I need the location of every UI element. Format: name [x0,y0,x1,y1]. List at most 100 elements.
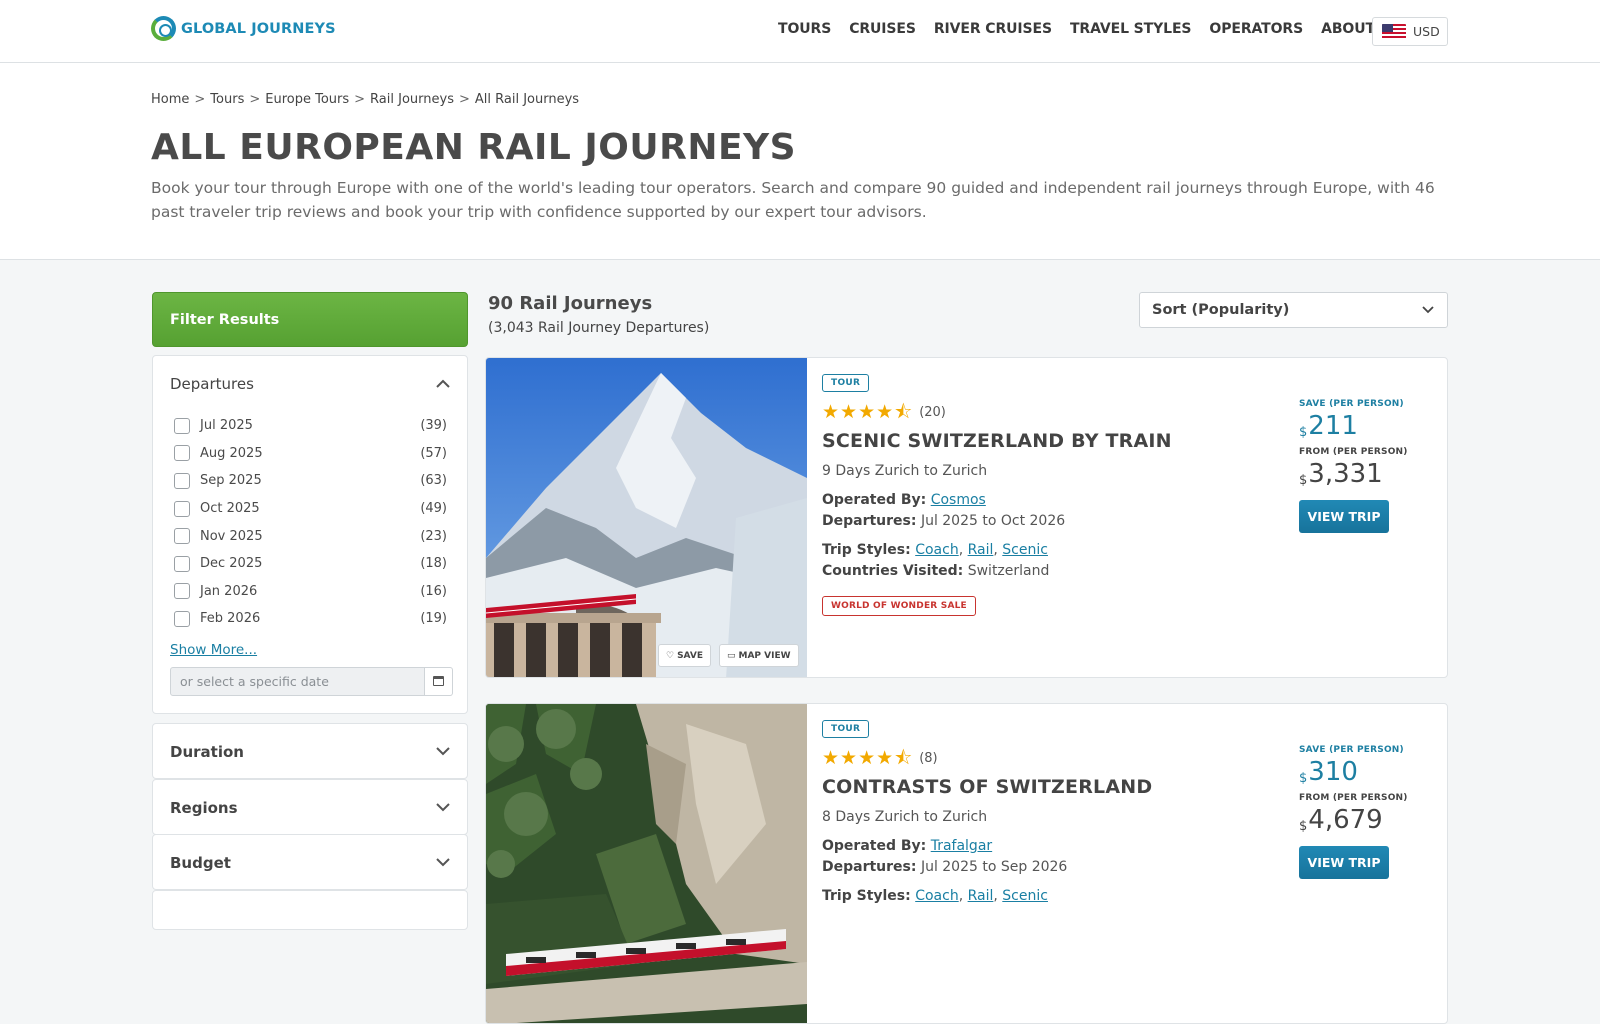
map-view-label: MAP VIEW [738,650,791,661]
budget-filter-panel: Budget [152,834,468,890]
heart-icon: ♡ [666,650,675,661]
trip-departures-label: Departures: [822,513,917,529]
trip-styles: Trip Styles: Coach, Rail, Scenic [822,888,1048,904]
nav-link-about[interactable]: ABOUT [1321,21,1375,37]
departure-option-label: Dec 2025 [200,556,263,572]
departure-option[interactable]: Aug 2025 (57) [174,440,447,468]
operator-link[interactable]: Cosmos [931,492,986,508]
calendar-button[interactable] [425,666,453,696]
sort-dropdown-label: Sort (Popularity) [1152,302,1290,318]
save-amount-value: 310 [1308,757,1358,787]
site-logo[interactable]: GLOBAL JOURNEYS [151,16,336,41]
trip-departures-value: Jul 2025 to Sep 2026 [920,859,1068,875]
currency-symbol: $ [1299,819,1308,834]
specific-date-input[interactable] [170,666,425,696]
checkbox[interactable] [174,472,190,489]
style-link[interactable]: Coach [915,888,959,904]
departures-filter-header[interactable]: Departures [153,356,467,412]
departure-option[interactable]: Dec 2025 (18) [174,550,447,578]
nav-link-tours[interactable]: TOURS [778,21,831,37]
trip-rating: ★ ★ ★ ★ ⯪ (8) [822,749,1282,768]
trip-image-forest-railway[interactable] [486,704,807,1023]
star-icon: ★ [876,747,894,769]
departure-option[interactable]: Jan 2026 (16) [174,578,447,606]
style-link[interactable]: Rail [968,888,994,904]
nav-link-operators[interactable]: OPERATORS [1209,21,1303,37]
departures-filter-title: Departures [170,375,254,393]
trip-title[interactable]: SCENIC SWITZERLAND BY TRAIN [822,430,1282,452]
sort-dropdown[interactable]: Sort (Popularity) [1139,292,1448,328]
save-trip-label: SAVE [677,650,704,661]
trip-operator: Operated By: Trafalgar [822,836,1282,857]
style-link[interactable]: Scenic [1002,542,1048,558]
from-price: $4,679 [1299,805,1408,835]
trip-image-mountain-railway[interactable]: ♡ SAVE ▭ MAP VIEW [486,358,807,677]
main-nav: TOURS CRUISES RIVER CRUISES TRAVEL STYLE… [778,20,1406,38]
checkbox[interactable] [174,445,190,462]
departure-option-count: (19) [420,611,447,627]
checkbox[interactable] [174,610,190,627]
breadcrumb-tours[interactable]: Tours [210,92,244,107]
departure-option[interactable]: Jul 2025 (39) [174,412,447,440]
currency-selector[interactable]: USD [1372,17,1448,46]
trip-title[interactable]: CONTRASTS OF SWITZERLAND [822,776,1282,798]
nav-link-river-cruises[interactable]: RIVER CRUISES [934,21,1052,37]
regions-filter-header[interactable]: Regions [153,780,467,836]
us-flag-icon [1382,24,1406,39]
departure-option[interactable]: Feb 2026 (19) [174,605,447,633]
checkbox[interactable] [174,555,190,572]
nav-link-travel-styles[interactable]: TRAVEL STYLES [1070,21,1192,37]
half-star-icon: ⯪ [894,401,913,423]
style-link[interactable]: Coach [915,542,959,558]
nav-link-cruises[interactable]: CRUISES [849,21,916,37]
checkbox[interactable] [174,417,190,434]
breadcrumb-rail-journeys[interactable]: Rail Journeys [370,92,454,107]
currency-symbol: $ [1299,425,1308,440]
next-filter-panel [152,890,468,930]
departure-option[interactable]: Nov 2025 (23) [174,522,447,550]
from-price-label: FROM (PER PERSON) [1299,793,1408,803]
review-count[interactable]: (8) [919,751,937,766]
review-count[interactable]: (20) [919,405,946,420]
breadcrumb-home[interactable]: Home [151,92,189,107]
departure-option-label: Sep 2025 [200,473,262,489]
save-trip-button[interactable]: ♡ SAVE [658,644,712,667]
operator-link[interactable]: Trafalgar [931,838,992,854]
departure-option-count: (63) [420,473,447,489]
trip-departures-label: Departures: [822,859,917,875]
trip-countries: Countries Visited: Switzerland [822,561,1282,582]
style-link[interactable]: Rail [968,542,994,558]
star-icon: ★ [822,747,840,769]
style-link[interactable]: Scenic [1002,888,1048,904]
departures-list: Jul 2025 (39) Aug 2025 (57) Sep 2025 (63) O… [153,412,467,633]
departure-option[interactable]: Oct 2025 (49) [174,495,447,523]
view-trip-button[interactable]: VIEW TRIP [1299,846,1389,879]
regions-filter-panel: Regions [152,779,468,835]
departures-filter-panel: Departures Jul 2025 (39) Aug 2025 (57) Sep… [152,355,468,714]
map-view-button[interactable]: ▭ MAP VIEW [719,644,799,667]
checkbox[interactable] [174,583,190,600]
show-more-link[interactable]: Show More... [170,642,467,658]
filter-results-button[interactable]: Filter Results [152,292,468,347]
trip-operator-label: Operated By: [822,492,927,508]
budget-filter-header[interactable]: Budget [153,835,467,891]
save-price-label: SAVE (PER PERSON) [1299,745,1404,755]
save-amount-value: 211 [1308,411,1358,441]
breadcrumb-separator: > [458,92,470,107]
breadcrumb-europe-tours[interactable]: Europe Tours [265,92,349,107]
departure-option-label: Jul 2025 [200,418,253,434]
save-amount: $211 [1299,411,1408,441]
currency-symbol: $ [1299,771,1308,786]
star-icon: ★ [840,401,858,423]
page-header: Home > Tours > Europe Tours > Rail Journ… [0,63,1600,260]
checkbox[interactable] [174,528,190,545]
view-trip-button[interactable]: VIEW TRIP [1299,500,1389,533]
departure-option-label: Feb 2026 [200,611,261,627]
sale-badge: WORLD OF WONDER SALE [822,596,976,616]
from-price: $3,331 [1299,459,1408,489]
page-description: Book your tour through Europe with one o… [151,179,1435,221]
checkbox[interactable] [174,500,190,517]
departure-option[interactable]: Sep 2025 (63) [174,467,447,495]
breadcrumb-separator: > [354,92,366,107]
duration-filter-header[interactable]: Duration [153,724,467,780]
